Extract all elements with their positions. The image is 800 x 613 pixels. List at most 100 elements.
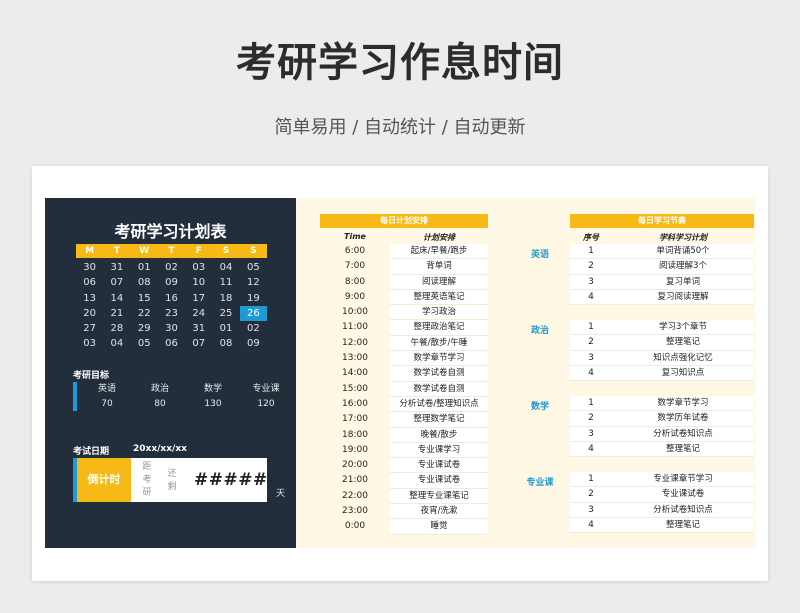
calendar-day: 27 [83,323,96,335]
calendar-day: 04 [110,338,124,350]
weekday-label: W [139,246,150,256]
schedule-activity: 整理英语笔记 [390,289,488,306]
schedule-row: 17:00 整理数学笔记 [320,412,488,428]
weekday-header: MTWTFSS [76,244,267,258]
schedule-row: 15:00 数学试卷自测 [320,381,488,397]
schedule-activity: 阅读理解 [390,274,488,290]
schedule-time: 7:00 [344,261,366,272]
plan-number: 1 [588,322,594,332]
schedule-row: 0:00 睡觉 [320,519,488,535]
plan-item: 分析试卷知识点 [653,504,713,515]
schedule-time: 22:00 [342,490,368,501]
calendar-day: 22 [137,307,151,319]
weekday-label: S [222,246,230,256]
plan-number: 1 [588,246,594,256]
plan-number: 2 [588,489,594,500]
countdown-prefix-1: 距考研 [141,461,153,500]
calendar-day: 31 [110,262,124,273]
plan-item: 专业课章节学习 [653,474,713,484]
subject-plan-group: 1 专业课章节学习 2 专业课试卷 3 分析试卷知识点 4 整理笔记 [570,472,754,534]
subject-plan-row: 1 学习3个章节 [570,320,754,336]
plan-item: 数学章节学习 [657,398,709,408]
goals-table: 英语 70 政治 80 数学 130 专业课 120 [73,382,292,411]
calendar-day: 19 [246,292,260,304]
subject-name: 政治 [530,326,549,336]
calendar-day: 01 [219,323,233,335]
subject-plan-row: 1 单词背诵50个 [570,244,754,260]
calendar-week: 06 07 08 09 10 11 12 [76,275,267,290]
countdown-box: 倒计时 距考研 还剩 ##### [73,458,267,502]
daily-schedule: 6:00 起床/早餐/跑步 7:00 背单词 8:00 阅读理解 9:00 整理英语笔记 10:… [320,244,488,535]
col-daily-plan: 计划安排 [423,233,455,242]
calendar-grid: 30 31 01 02 03 04 05 06 07 08 09 10 11 12 13 14 15 16 17 18… [76,260,267,352]
schedule-row: 18:00 晚餐/散步 [320,427,488,443]
calendar-day: 02 [165,262,178,273]
schedule-row: 8:00 阅读理解 [320,274,488,290]
calendar-day: 09 [165,277,178,289]
countdown-char: 距 [142,462,152,472]
countdown-char: 剩 [167,482,177,492]
calendar-week: 27 28 29 30 31 01 02 [76,321,267,336]
plan-item: 学习3个章节 [659,322,707,332]
calendar-day: 02 [246,323,260,335]
weekday-label: S [250,246,257,256]
schedule-row: 22:00 整理专业课笔记 [320,488,488,505]
calendar-day: 15 [137,292,151,304]
plan-number: 1 [588,398,594,408]
subject-plan-row: 4 整理笔记 [570,518,754,534]
plan-item: 整理笔记 [665,337,700,348]
subject-name: 数学 [530,402,549,412]
schedule-activity: 整理政治笔记 [390,320,488,336]
countdown-prefix-2: 还剩 [166,468,178,494]
calendar-day: 31 [192,323,206,335]
weekday-label: T [168,246,175,256]
plan-item: 复习阅读理解 [657,291,709,302]
weekday-label: T [113,246,120,256]
calendar-day: 09 [246,338,260,350]
goal-subject: 政治 [150,384,169,394]
schedule-activity: 起床/早餐/跑步 [390,244,488,260]
schedule-activity: 数学章节学习 [390,351,488,367]
schedule-time: 9:00 [344,291,366,302]
daily-header: 每日计划安排 [320,214,488,228]
weekday-label: F [195,246,202,256]
schedule-time: 17:00 [342,414,368,425]
schedule-activity: 专业课学习 [390,442,488,459]
subject-plan-row: 3 复习单词 [570,275,754,290]
goal-score: 80 [154,399,166,409]
schedule-activity: 晚餐/散步 [390,427,488,443]
schedule-time: 23:00 [342,506,368,517]
subject-plan-row: 1 专业课章节学习 [570,472,754,488]
calendar-day: 11 [219,277,233,289]
page-title: 考研学习作息时间 [236,40,564,86]
schedule-activity: 午餐/散步/午睡 [390,335,488,352]
schedule-row: 16:00 分析试卷/整理知识点 [320,396,488,413]
schedule-activity: 学习政治 [390,305,488,321]
calendar-day: 18 [219,292,233,304]
calendar-day: 05 [246,262,260,273]
schedule-activity: 专业课试卷 [390,458,488,474]
plan-number: 4 [588,367,594,378]
plan-item: 整理笔记 [665,443,700,454]
plan-number: 3 [588,504,594,515]
calendar-week: 13 14 15 16 17 18 19 [76,291,267,306]
plan-item: 整理笔记 [665,519,700,530]
plan-number: 3 [588,276,594,287]
subject-plan-row: 2 专业课试卷 [570,487,754,503]
schedule-activity: 夜宵/洗漱 [390,504,488,520]
schedule-row: 19:00 专业课学习 [320,442,488,459]
calendar-day: 08 [137,277,151,289]
plan-number: 4 [588,443,594,454]
subject-plan-row: 3 知识点强化记忆 [570,351,754,366]
calendar-day: 12 [246,277,260,289]
schedule-time: 20:00 [342,460,368,471]
plan-item: 复习单词 [665,276,700,287]
schedule-row: 23:00 夜宵/洗漱 [320,504,488,520]
countdown-label: 倒计时 [73,458,131,502]
calendar-day: 29 [137,323,151,335]
plan-item: 复习知识点 [661,367,705,378]
schedule-activity: 整理专业课笔记 [390,488,488,505]
goal-subject: 英语 [97,384,116,394]
subject-plan-row: 2 阅读理解3个 [570,259,754,275]
subject-plan-group: 1 学习3个章节 2 整理笔记 3 知识点强化记忆 4 复习知识点 [570,320,754,382]
